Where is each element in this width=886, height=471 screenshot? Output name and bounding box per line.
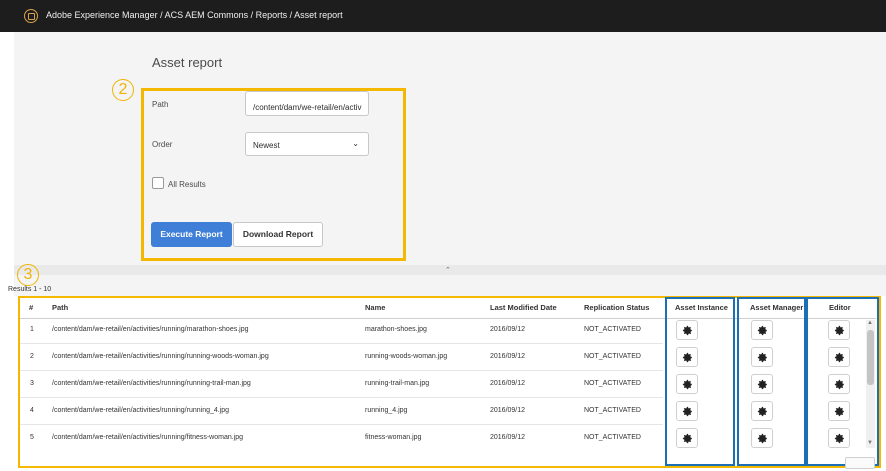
path-input[interactable] bbox=[245, 91, 369, 116]
asset-manager-highlight-box bbox=[737, 297, 806, 466]
callout-number-2: 2 bbox=[112, 79, 134, 101]
left-rail bbox=[0, 32, 14, 471]
order-select[interactable]: Newest ⌄ bbox=[245, 132, 369, 156]
download-report-button[interactable]: Download Report bbox=[233, 222, 323, 247]
scrollbar-thumb[interactable] bbox=[867, 330, 874, 385]
asset-instance-highlight-box bbox=[665, 297, 735, 466]
execute-report-button[interactable]: Execute Report bbox=[151, 222, 232, 247]
all-results-checkbox[interactable] bbox=[152, 177, 164, 189]
scroll-down-icon[interactable]: ▼ bbox=[867, 440, 873, 446]
aem-logo-icon[interactable] bbox=[24, 9, 38, 23]
order-label: Order bbox=[152, 140, 173, 149]
top-bar: Adobe Experience Manager / ACS AEM Commo… bbox=[0, 0, 886, 32]
path-label: Path bbox=[152, 100, 169, 109]
scroll-up-icon[interactable]: ▲ bbox=[867, 320, 873, 326]
next-page-button[interactable] bbox=[845, 457, 875, 469]
chevron-down-icon: ⌄ bbox=[352, 139, 359, 148]
order-select-value: Newest bbox=[253, 141, 280, 150]
results-range-label: Results 1 - 10 bbox=[8, 286, 52, 293]
chevron-up-icon[interactable]: ⌃ bbox=[445, 266, 451, 274]
page-title: Asset report bbox=[152, 55, 223, 70]
all-results-label: All Results bbox=[168, 180, 206, 189]
breadcrumb: Adobe Experience Manager / ACS AEM Commo… bbox=[46, 10, 343, 20]
callout-number-3: 3 bbox=[17, 264, 39, 286]
